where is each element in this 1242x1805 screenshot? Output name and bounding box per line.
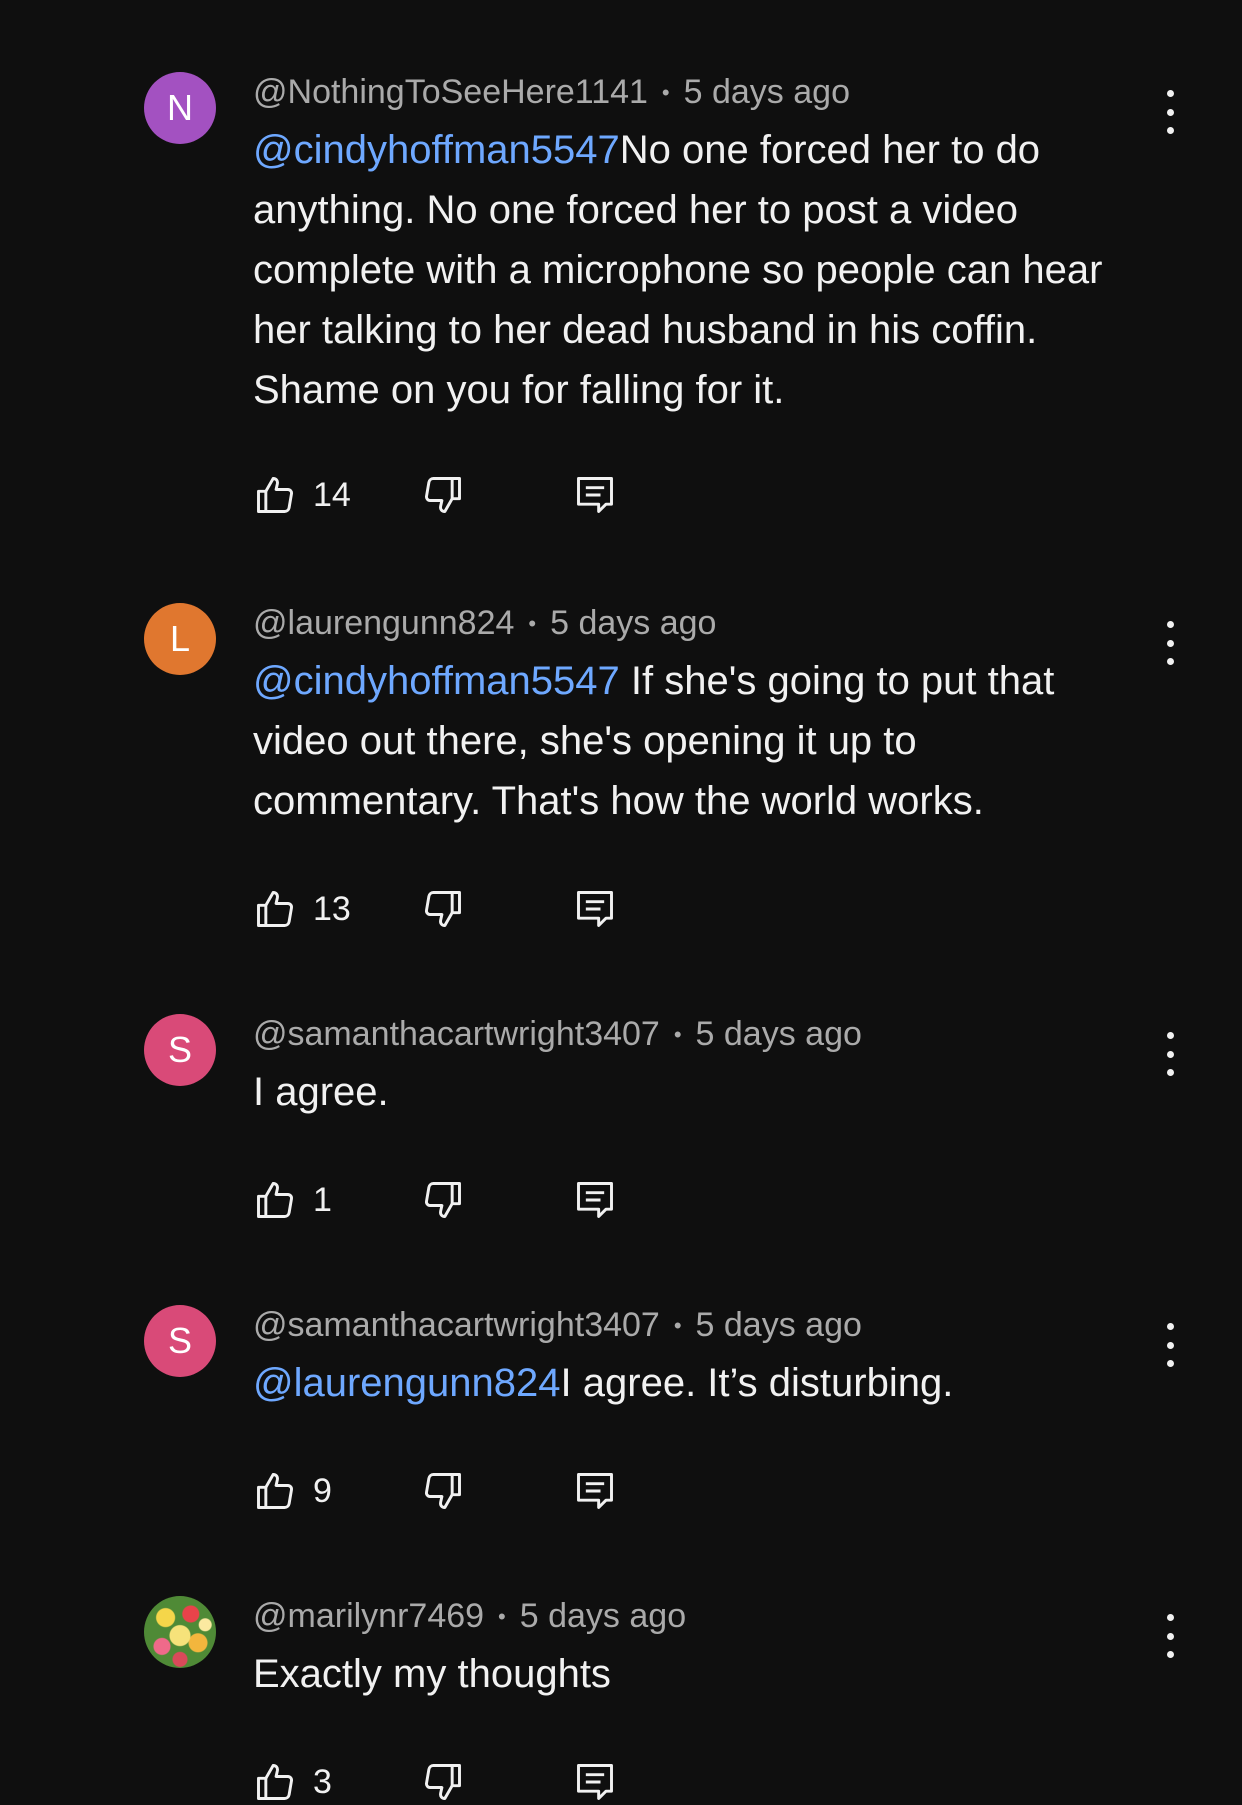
comment-actions: 13 — [253, 885, 653, 933]
dislike-button[interactable] — [421, 1467, 465, 1515]
avatar-letter: L — [169, 618, 191, 659]
like-button[interactable]: 13 — [253, 885, 351, 933]
comment-meta: @laurengunn824 • 5 days ago — [253, 601, 716, 645]
comment-actions: 9 — [253, 1467, 653, 1515]
reply-button[interactable] — [573, 1758, 617, 1805]
thumbs-down-icon — [425, 891, 461, 927]
timestamp: 5 days ago — [519, 1597, 687, 1635]
thumbs-up-icon — [257, 1764, 293, 1800]
avatar-letter: S — [167, 1320, 192, 1361]
reply-icon — [577, 477, 613, 513]
thumbs-up-icon — [257, 891, 293, 927]
comment-text: @cindyhoffman5547No one forced her to do… — [253, 120, 1153, 420]
comment-actions: 3 — [253, 1758, 653, 1805]
reply-button[interactable] — [573, 1176, 617, 1224]
timestamp: 5 days ago — [695, 1015, 862, 1053]
like-button[interactable]: 1 — [253, 1176, 332, 1224]
more-vert-icon[interactable] — [1156, 621, 1184, 665]
thumbs-down-icon — [425, 1764, 461, 1800]
dislike-button[interactable] — [421, 885, 465, 933]
comment-meta: @samanthacartwright3407 • 5 days ago — [253, 1303, 862, 1347]
author-name[interactable]: @laurengunn824 — [253, 604, 514, 642]
author-name[interactable]: @samanthacartwright3407 — [253, 1306, 660, 1344]
reply-icon — [577, 1473, 613, 1509]
more-vert-icon[interactable] — [1156, 1032, 1184, 1076]
reply-icon — [577, 1764, 613, 1800]
separator-dot: • — [661, 80, 670, 105]
thumbs-down-icon — [425, 1473, 461, 1509]
thumbs-down-icon — [425, 1182, 461, 1218]
separator-dot: • — [498, 1604, 506, 1629]
like-count: 3 — [313, 1762, 332, 1801]
mention-link[interactable]: @laurengunn824 — [253, 1361, 561, 1405]
avatar[interactable]: L — [144, 603, 216, 675]
more-vert-icon[interactable] — [1156, 1614, 1184, 1658]
mention-link[interactable]: @cindyhoffman5547 — [253, 659, 620, 703]
separator-dot: • — [673, 1313, 682, 1338]
like-count: 14 — [313, 475, 351, 514]
avatar-flowers-photo[interactable] — [144, 1596, 216, 1668]
separator-dot: • — [673, 1022, 682, 1047]
like-button[interactable]: 14 — [253, 471, 351, 519]
separator-dot: • — [528, 611, 537, 636]
comment-body: I agree. It’s disturbing. — [560, 1361, 954, 1405]
comment-actions: 1 — [253, 1176, 653, 1224]
like-button[interactable]: 9 — [253, 1467, 332, 1515]
reply-icon — [577, 1182, 613, 1218]
mention-link[interactable]: @cindyhoffman5547 — [253, 128, 620, 172]
reply-button[interactable] — [573, 885, 617, 933]
dislike-button[interactable] — [421, 471, 465, 519]
timestamp: 5 days ago — [695, 1306, 862, 1344]
avatar[interactable]: S — [144, 1014, 216, 1086]
more-vert-icon[interactable] — [1156, 90, 1184, 134]
comment-body: Exactly my thoughts — [253, 1652, 611, 1696]
more-vert-icon[interactable] — [1156, 1323, 1184, 1367]
comment-text: @laurengunn824I agree. It’s disturbing. — [253, 1353, 1153, 1413]
comment-text: @cindyhoffman5547 If she's going to put … — [253, 651, 1153, 831]
timestamp: 5 days ago — [550, 604, 717, 642]
thumbs-up-icon — [257, 477, 293, 513]
like-count: 9 — [313, 1471, 332, 1510]
author-name[interactable]: @samanthacartwright3407 — [253, 1015, 660, 1053]
like-count: 1 — [313, 1180, 332, 1219]
reply-icon — [577, 891, 613, 927]
thumbs-up-icon — [257, 1182, 293, 1218]
dislike-button[interactable] — [421, 1176, 465, 1224]
comment-actions: 14 — [253, 471, 653, 519]
like-count: 13 — [313, 889, 351, 928]
avatar[interactable]: S — [144, 1305, 216, 1377]
like-button[interactable]: 3 — [253, 1758, 332, 1805]
comment-meta: @marilynr7469 • 5 days ago — [253, 1594, 686, 1638]
avatar[interactable]: N — [144, 72, 216, 144]
comment-meta: @samanthacartwright3407 • 5 days ago — [253, 1012, 862, 1056]
comment-text: Exactly my thoughts — [253, 1644, 1153, 1704]
dislike-button[interactable] — [421, 1758, 465, 1805]
avatar-letter: N — [167, 87, 193, 128]
timestamp: 5 days ago — [683, 73, 850, 111]
comment-body: I agree. — [253, 1070, 389, 1114]
reply-button[interactable] — [573, 471, 617, 519]
comment-meta: @NothingToSeeHere1141 • 5 days ago — [253, 70, 850, 114]
author-name[interactable]: @marilynr7469 — [253, 1597, 484, 1635]
thumbs-down-icon — [425, 477, 461, 513]
thumbs-up-icon — [257, 1473, 293, 1509]
comment-text: I agree. — [253, 1062, 1153, 1122]
author-name[interactable]: @NothingToSeeHere1141 — [253, 73, 648, 111]
avatar-letter: S — [167, 1029, 192, 1070]
reply-button[interactable] — [573, 1467, 617, 1515]
